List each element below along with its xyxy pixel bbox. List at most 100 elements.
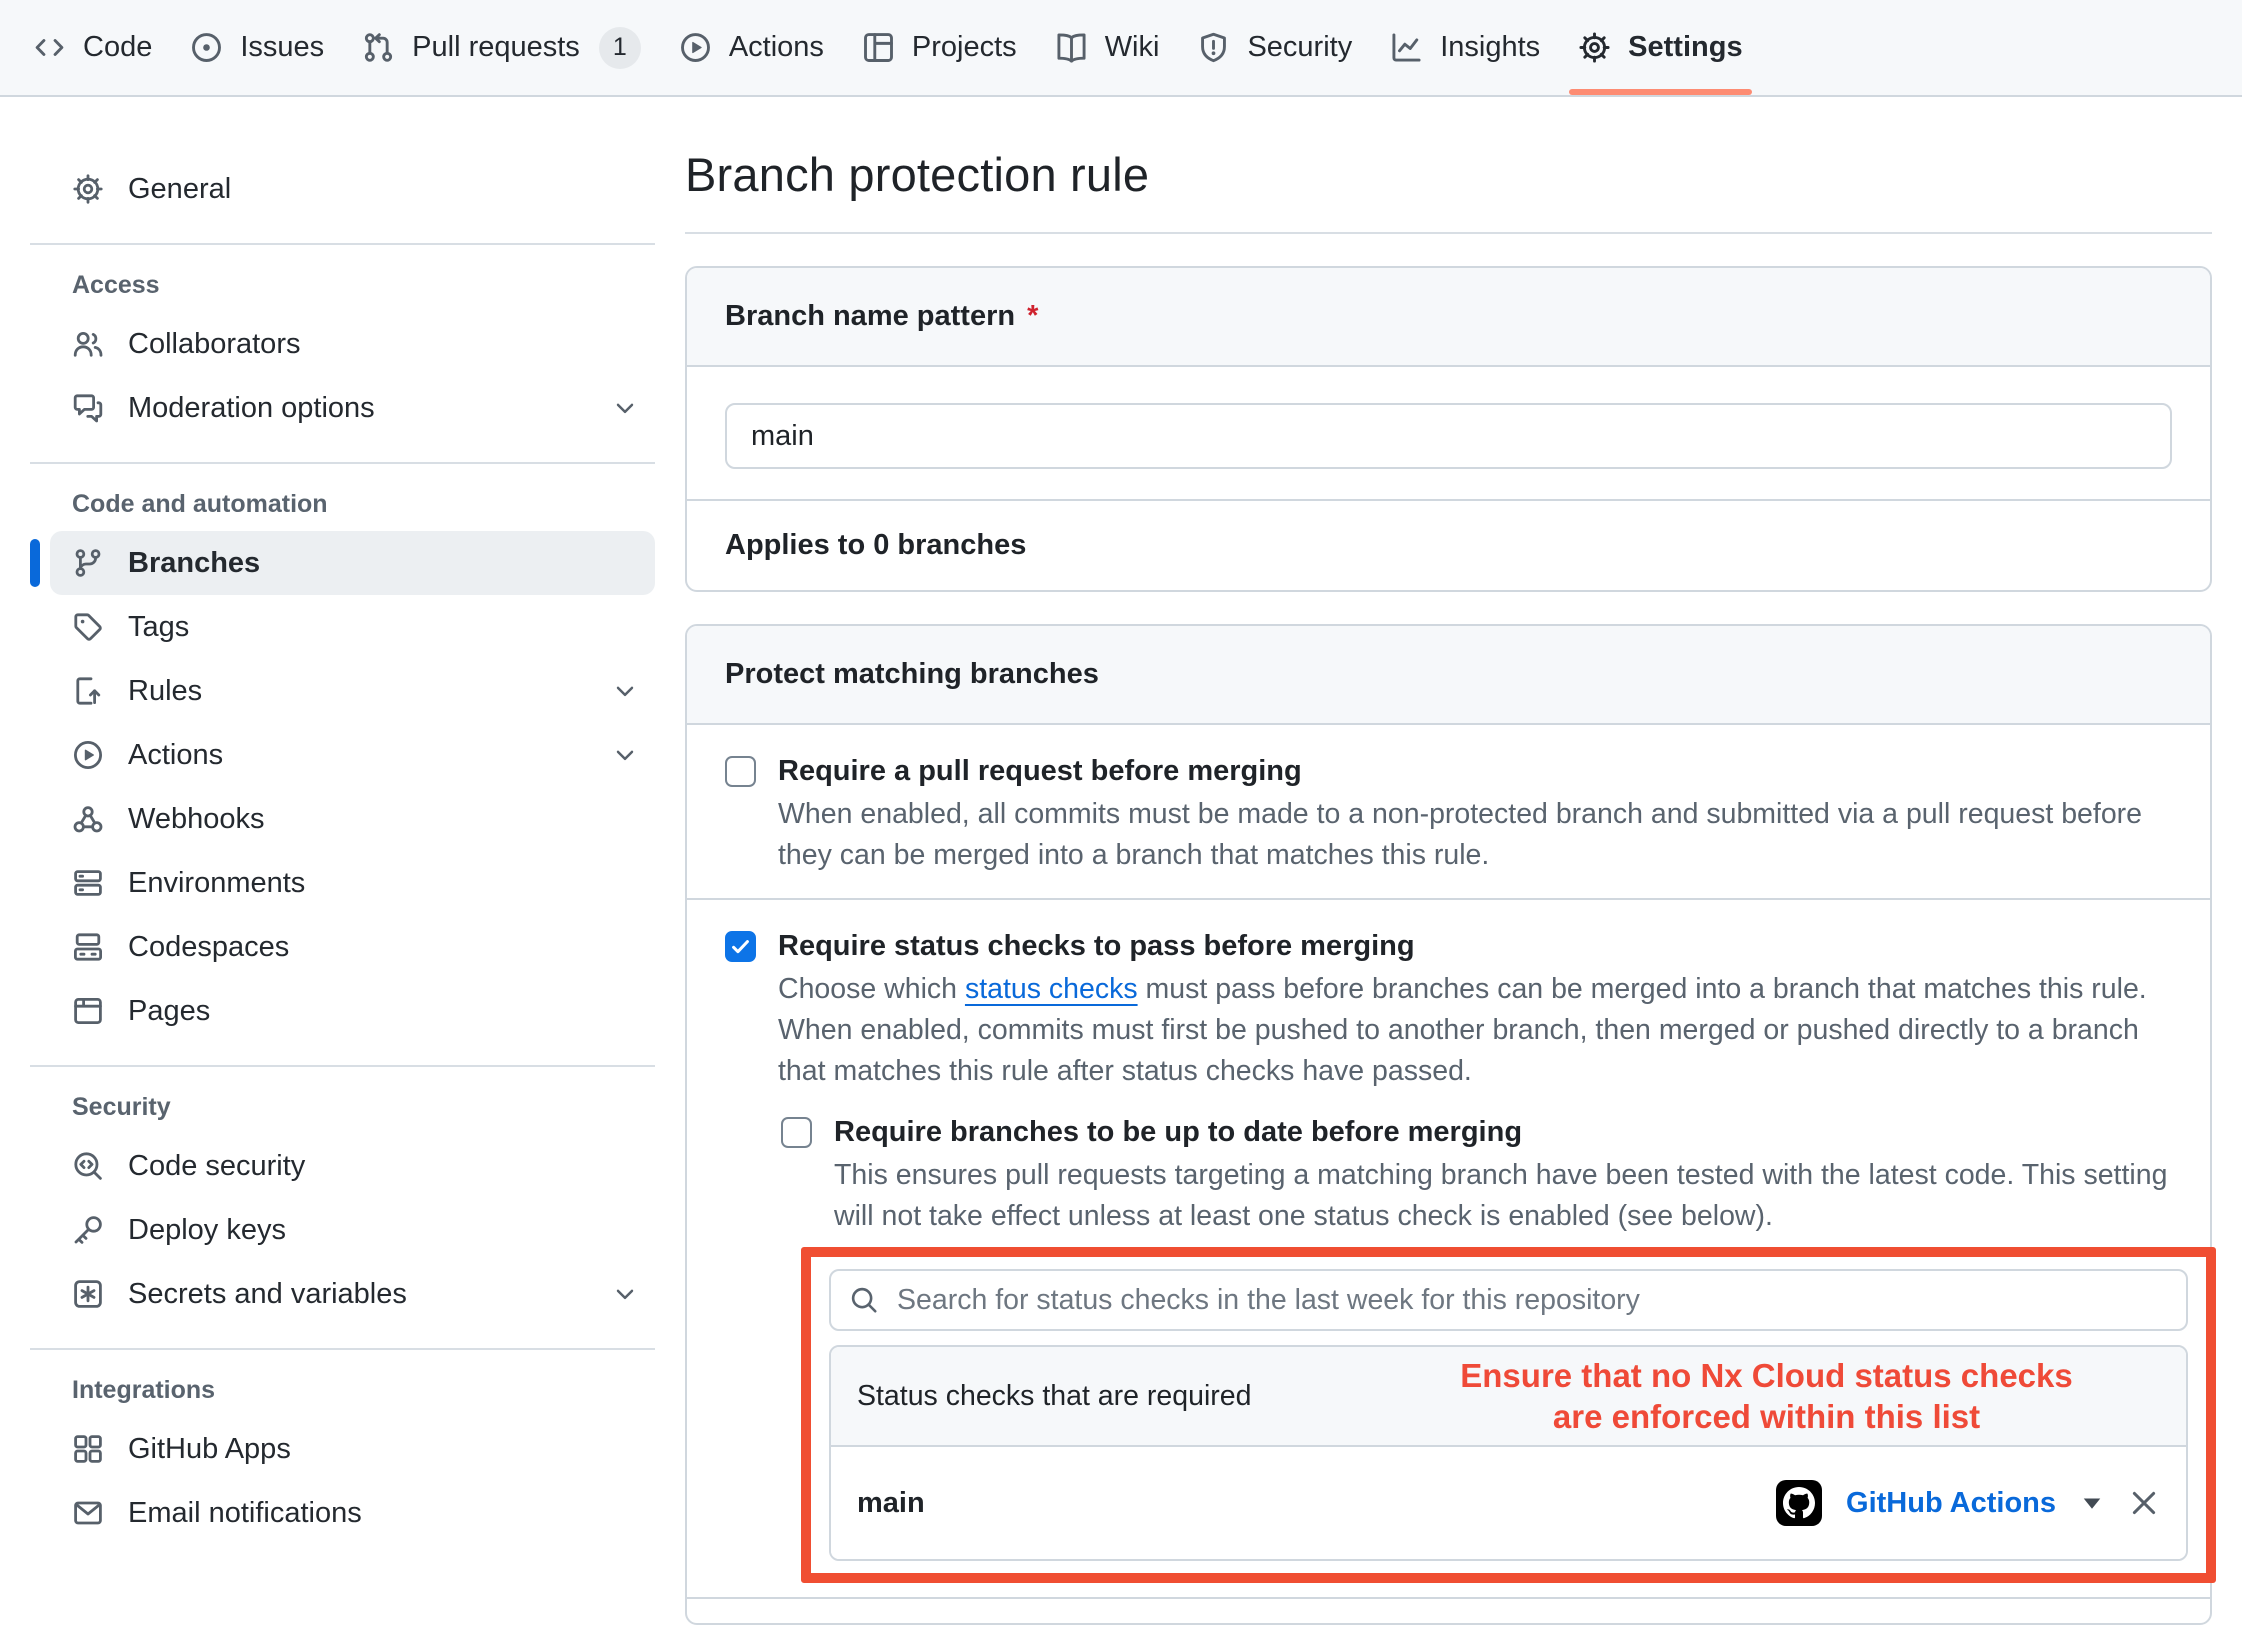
comment-discussion-icon — [72, 392, 104, 424]
sidebar-section-access: Access — [72, 271, 655, 300]
protect-matching-branches-card: Protect matching branches Require a pull… — [685, 624, 2212, 1625]
rules-icon — [72, 675, 104, 707]
status-check-provider-link[interactable]: GitHub Actions — [1846, 1487, 2056, 1520]
annotation-line-2: are enforced within this list — [1553, 1398, 1980, 1435]
branch-name-pattern-card: Branch name pattern* Applies to 0 branch… — [685, 266, 2212, 592]
status-checks-link[interactable]: status checks — [965, 973, 1138, 1005]
protect-matching-branches-header: Protect matching branches — [687, 626, 2210, 725]
sidebar-item-github-apps[interactable]: GitHub Apps — [50, 1417, 655, 1481]
sidebar-item-environments[interactable]: Environments — [50, 851, 655, 915]
required-asterisk: * — [1027, 300, 1038, 332]
sidebar-item-label: General — [128, 173, 231, 206]
browser-icon — [72, 995, 104, 1027]
mail-icon — [72, 1497, 104, 1529]
tab-label: Code — [83, 31, 152, 64]
status-checks-search[interactable] — [829, 1269, 2188, 1331]
chevron-down-icon — [611, 741, 639, 769]
sidebar-item-pages[interactable]: Pages — [50, 979, 655, 1043]
caret-down-icon[interactable] — [2080, 1494, 2104, 1512]
description-text: Choose which — [778, 973, 965, 1005]
sidebar-section-integrations: Integrations — [72, 1376, 655, 1405]
search-icon — [849, 1285, 879, 1315]
shield-icon — [1197, 31, 1230, 64]
page-title: Branch protection rule — [685, 147, 2212, 202]
sidebar-item-code-security[interactable]: Code security — [50, 1134, 655, 1198]
require-status-checks-checkbox[interactable] — [725, 931, 756, 962]
code-scan-icon — [72, 1150, 104, 1182]
sidebar-item-branches[interactable]: Branches — [50, 531, 655, 595]
remove-status-check-icon[interactable] — [2128, 1487, 2160, 1519]
sidebar-item-label: Rules — [128, 675, 202, 708]
sidebar-item-label: Code security — [128, 1150, 305, 1183]
table-icon — [862, 31, 895, 64]
sidebar-divider — [30, 243, 655, 245]
github-mark-icon — [1783, 1487, 1815, 1519]
tag-icon — [72, 611, 104, 643]
tab-label: Actions — [729, 31, 824, 64]
tab-wiki[interactable]: Wiki — [1036, 0, 1179, 95]
apps-icon — [72, 1433, 104, 1465]
rule-require-up-to-date: Require branches to be up to date before… — [781, 1112, 2172, 1583]
require-pull-request-checkbox[interactable] — [725, 756, 756, 787]
sidebar-item-deploy-keys[interactable]: Deploy keys — [50, 1198, 655, 1262]
tab-label: Projects — [912, 31, 1017, 64]
annotation-highlight-box: Status checks that are required Ensure t… — [801, 1247, 2216, 1583]
graph-icon — [1390, 31, 1423, 64]
branch-name-pattern-header: Branch name pattern* — [687, 268, 2210, 367]
annotation-line-1: Ensure that no Nx Cloud status checks — [1460, 1357, 2072, 1394]
sidebar-item-label: Webhooks — [128, 803, 265, 836]
webhook-icon — [72, 803, 104, 835]
tab-settings[interactable]: Settings — [1559, 0, 1761, 95]
tab-security[interactable]: Security — [1178, 0, 1371, 95]
status-checks-header-label: Status checks that are required — [857, 1380, 1251, 1413]
require-pull-request-label: Require a pull request before merging — [778, 751, 1302, 791]
title-divider — [685, 232, 2212, 234]
require-status-checks-label: Require status checks to pass before mer… — [778, 926, 1415, 966]
next-rule-row-clipped — [687, 1599, 2210, 1623]
sidebar-item-tags[interactable]: Tags — [50, 595, 655, 659]
applies-to-branches: Applies to 0 branches — [687, 499, 2210, 590]
tab-pull-requests[interactable]: Pull requests 1 — [343, 0, 660, 95]
git-branch-icon — [72, 547, 104, 579]
tab-actions[interactable]: Actions — [660, 0, 843, 95]
sidebar-item-actions[interactable]: Actions — [50, 723, 655, 787]
sidebar-item-general[interactable]: General — [50, 157, 655, 221]
tab-code[interactable]: Code — [14, 0, 171, 95]
tab-projects[interactable]: Projects — [843, 0, 1036, 95]
sidebar-item-email-notifications[interactable]: Email notifications — [50, 1481, 655, 1545]
sidebar-item-moderation-options[interactable]: Moderation options — [50, 376, 655, 440]
chevron-down-icon — [611, 1280, 639, 1308]
people-icon — [72, 328, 104, 360]
status-checks-list-header: Status checks that are required Ensure t… — [831, 1347, 2186, 1447]
branch-name-pattern-input[interactable] — [725, 403, 2172, 469]
settings-sidebar: General Access Collaborators Moderation … — [30, 147, 655, 1625]
tab-issues[interactable]: Issues — [171, 0, 343, 95]
require-up-to-date-checkbox[interactable] — [781, 1117, 812, 1148]
require-up-to-date-label: Require branches to be up to date before… — [834, 1112, 1522, 1152]
sidebar-section-code-automation: Code and automation — [72, 490, 655, 519]
sidebar-item-collaborators[interactable]: Collaborators — [50, 312, 655, 376]
tab-insights[interactable]: Insights — [1371, 0, 1559, 95]
asterisk-icon — [72, 1278, 104, 1310]
sidebar-item-label: Branches — [128, 547, 260, 580]
play-icon — [72, 739, 104, 771]
sidebar-item-label: Actions — [128, 739, 223, 772]
sidebar-item-secrets-variables[interactable]: Secrets and variables — [50, 1262, 655, 1326]
play-icon — [679, 31, 712, 64]
server-icon — [72, 867, 104, 899]
sidebar-divider — [30, 462, 655, 464]
sidebar-item-codespaces[interactable]: Codespaces — [50, 915, 655, 979]
sidebar-item-rules[interactable]: Rules — [50, 659, 655, 723]
status-checks-search-input[interactable] — [895, 1271, 2168, 1329]
book-icon — [1055, 31, 1088, 64]
tab-label: Issues — [240, 31, 324, 64]
code-icon — [33, 31, 66, 64]
tab-label: Settings — [1628, 31, 1742, 64]
sidebar-item-label: Collaborators — [128, 328, 300, 361]
sidebar-item-label: Moderation options — [128, 392, 375, 425]
sidebar-item-label: GitHub Apps — [128, 1433, 291, 1466]
sidebar-item-label: Deploy keys — [128, 1214, 286, 1247]
github-logo-badge — [1776, 1480, 1822, 1526]
sidebar-item-webhooks[interactable]: Webhooks — [50, 787, 655, 851]
required-status-checks-list: Status checks that are required Ensure t… — [829, 1345, 2188, 1561]
